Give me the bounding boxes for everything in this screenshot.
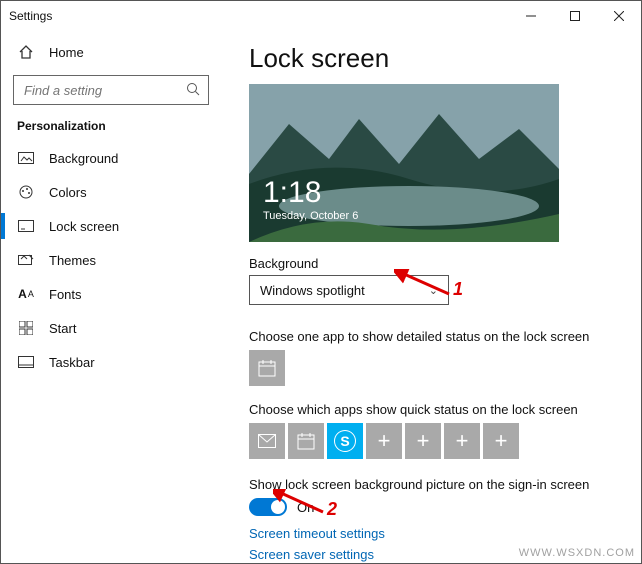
mail-icon — [258, 434, 276, 448]
quick-app-tile-calendar[interactable] — [288, 423, 324, 459]
maximize-button[interactable] — [553, 1, 597, 31]
plus-icon: + — [417, 428, 430, 454]
sidebar-item-label: Start — [49, 321, 76, 336]
search-input[interactable] — [22, 82, 186, 99]
sidebar-item-lockscreen[interactable]: Lock screen — [1, 209, 221, 243]
fonts-icon: AA — [17, 287, 35, 301]
signin-bg-toggle[interactable] — [249, 498, 287, 516]
lockscreen-preview: 1:18 Tuesday, October 6 — [249, 84, 559, 242]
themes-icon — [17, 253, 35, 267]
window-title: Settings — [9, 9, 509, 23]
background-value: Windows spotlight — [260, 283, 365, 298]
taskbar-icon — [17, 356, 35, 368]
palette-icon — [17, 184, 35, 200]
quick-app-tile-add-4[interactable]: + — [483, 423, 519, 459]
sidebar-item-background[interactable]: Background — [1, 141, 221, 175]
preview-date: Tuesday, October 6 — [263, 210, 358, 222]
image-icon — [17, 152, 35, 164]
close-button[interactable] — [597, 1, 641, 31]
sidebar-item-themes[interactable]: Themes — [1, 243, 221, 277]
quick-status-label: Choose which apps show quick status on t… — [249, 402, 619, 417]
sidebar-item-label: Themes — [49, 253, 96, 268]
home-icon — [17, 44, 35, 60]
watermark: WWW.WSXDN.COM — [519, 547, 635, 559]
sidebar-item-label: Background — [49, 151, 118, 166]
background-label: Background — [249, 256, 619, 271]
quick-app-tile-skype[interactable]: S — [327, 423, 363, 459]
quick-app-tile-mail[interactable] — [249, 423, 285, 459]
plus-icon: + — [378, 428, 391, 454]
detailed-status-label: Choose one app to show detailed status o… — [249, 329, 619, 344]
sidebar-item-taskbar[interactable]: Taskbar — [1, 345, 221, 379]
sidebar-item-label: Fonts — [49, 287, 82, 302]
search-box[interactable] — [13, 75, 209, 105]
sidebar-item-label: Colors — [49, 185, 87, 200]
page-title: Lock screen — [249, 43, 619, 74]
chevron-down-icon: ⌄ — [429, 284, 438, 297]
toggle-state-label: On — [297, 500, 314, 515]
preview-time: 1:18 — [263, 178, 358, 208]
home-label: Home — [49, 45, 84, 60]
skype-icon: S — [334, 430, 356, 452]
quick-app-tile-add-1[interactable]: + — [366, 423, 402, 459]
sidebar: Home Personalization Background Colors L… — [1, 31, 221, 563]
minimize-button[interactable] — [509, 1, 553, 31]
quick-app-tile-add-2[interactable]: + — [405, 423, 441, 459]
signin-bg-label: Show lock screen background picture on t… — [249, 477, 619, 492]
start-icon — [17, 321, 35, 335]
detailed-app-tile-calendar[interactable] — [249, 350, 285, 386]
sidebar-item-colors[interactable]: Colors — [1, 175, 221, 209]
section-label: Personalization — [1, 115, 221, 141]
sidebar-item-start[interactable]: Start — [1, 311, 221, 345]
main-content: Lock screen 1:18 Tuesday, October 6 Back… — [221, 31, 641, 563]
calendar-icon — [258, 359, 276, 377]
titlebar: Settings — [1, 1, 641, 31]
quick-app-tile-add-3[interactable]: + — [444, 423, 480, 459]
plus-icon: + — [456, 428, 469, 454]
calendar-icon — [297, 432, 315, 450]
home-item[interactable]: Home — [1, 35, 221, 69]
lockscreen-icon — [17, 220, 35, 232]
sidebar-item-fonts[interactable]: AA Fonts — [1, 277, 221, 311]
plus-icon: + — [495, 428, 508, 454]
sidebar-item-label: Lock screen — [49, 219, 119, 234]
screen-timeout-link[interactable]: Screen timeout settings — [249, 526, 619, 541]
sidebar-item-label: Taskbar — [49, 355, 95, 370]
search-icon — [186, 82, 200, 99]
background-select[interactable]: Windows spotlight ⌄ — [249, 275, 449, 305]
